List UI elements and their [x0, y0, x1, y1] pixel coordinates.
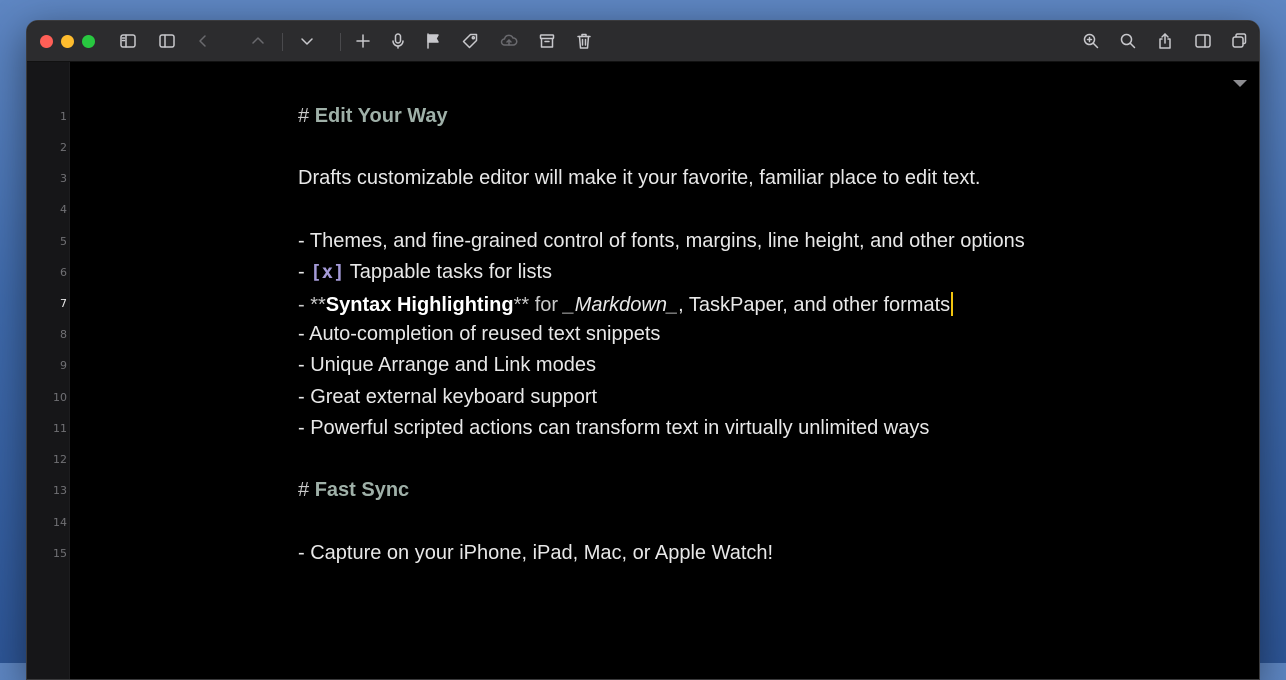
- line-number: 4: [60, 203, 67, 216]
- heading-marker: #: [298, 105, 315, 127]
- plus-icon[interactable]: [351, 30, 375, 52]
- line-number: 6: [60, 266, 67, 279]
- line-number: 12: [53, 453, 67, 466]
- drafts-window: 1 2 3 4 5 6 7 8 9 10 11 12 13 14 15 # Ed…: [26, 20, 1260, 680]
- editor-line-current[interactable]: - **Syntax Highlighting** for _Markdown_…: [298, 292, 954, 317]
- text-cursor: [951, 292, 954, 316]
- window-icon[interactable]: [1227, 30, 1251, 52]
- line-number: 15: [53, 547, 67, 560]
- task-checkbox[interactable]: [x]: [310, 261, 344, 283]
- bold-text: Syntax Highlighting: [325, 294, 514, 316]
- bold-close-marker: ** for: [513, 294, 564, 316]
- editor-line-task[interactable]: - [x] Tappable tasks for lists: [298, 261, 552, 284]
- caret-down-icon[interactable]: [1233, 80, 1247, 87]
- toolbar-divider: [282, 33, 283, 51]
- line-number: 14: [53, 516, 67, 529]
- zoom-icon[interactable]: [1079, 30, 1103, 52]
- task-text: Tappable tasks for lists: [344, 261, 553, 283]
- back-chevron-icon[interactable]: [191, 30, 215, 52]
- line-number: 2: [60, 141, 67, 154]
- line-number: 10: [53, 391, 67, 404]
- up-chevron-icon[interactable]: [246, 30, 270, 52]
- cloud-upload-icon[interactable]: [497, 30, 521, 52]
- share-icon[interactable]: [1153, 30, 1177, 52]
- panel-icon[interactable]: [155, 30, 179, 52]
- editor-line-heading[interactable]: # Edit Your Way: [298, 105, 448, 128]
- italic-text: _Markdown_: [563, 294, 679, 316]
- line-number: 13: [53, 484, 67, 497]
- line-number: 1: [60, 110, 67, 123]
- editor-line[interactable]: - Unique Arrange and Link modes: [298, 354, 596, 377]
- line-number: 9: [60, 359, 67, 372]
- flag-icon[interactable]: [421, 30, 445, 52]
- heading-text: Edit Your Way: [314, 105, 448, 127]
- line-number-active: 7: [60, 297, 67, 310]
- line-number: 3: [60, 172, 67, 185]
- line-number: 8: [60, 328, 67, 341]
- line-number: 5: [60, 235, 67, 248]
- editor-line[interactable]: Drafts customizable editor will make it …: [298, 167, 980, 190]
- heading-marker: #: [298, 479, 315, 501]
- text-editor[interactable]: # Edit Your Way Drafts customizable edit…: [70, 62, 1259, 679]
- line-suffix: , TaskPaper, and other formats: [678, 294, 951, 316]
- toolbar: [27, 21, 1259, 62]
- minimize-window-button[interactable]: [61, 35, 74, 48]
- down-chevron-icon[interactable]: [295, 30, 319, 52]
- editor-line[interactable]: - Great external keyboard support: [298, 386, 597, 409]
- toolbar-divider: [340, 33, 341, 51]
- search-icon[interactable]: [1116, 30, 1140, 52]
- list-prefix: -: [298, 261, 311, 283]
- archive-icon[interactable]: [535, 30, 559, 52]
- tag-icon[interactable]: [458, 30, 482, 52]
- close-window-button[interactable]: [40, 35, 53, 48]
- bold-open-marker: - **: [298, 294, 326, 316]
- sidebar-icon[interactable]: [116, 30, 140, 52]
- split-view-icon[interactable]: [1191, 30, 1215, 52]
- line-number-gutter: 1 2 3 4 5 6 7 8 9 10 11 12 13 14 15: [27, 62, 70, 679]
- editor-line[interactable]: - Auto-completion of reused text snippet…: [298, 323, 660, 346]
- editor-line-heading[interactable]: # Fast Sync: [298, 479, 409, 502]
- trash-icon[interactable]: [572, 30, 596, 52]
- heading-text: Fast Sync: [314, 479, 410, 501]
- zoom-window-button[interactable]: [82, 35, 95, 48]
- line-number: 11: [53, 422, 67, 435]
- editor-line[interactable]: - Capture on your iPhone, iPad, Mac, or …: [298, 542, 773, 565]
- microphone-icon[interactable]: [386, 30, 410, 52]
- editor-line[interactable]: - Themes, and fine-grained control of fo…: [298, 230, 1025, 253]
- editor-line[interactable]: - Powerful scripted actions can transfor…: [298, 417, 929, 440]
